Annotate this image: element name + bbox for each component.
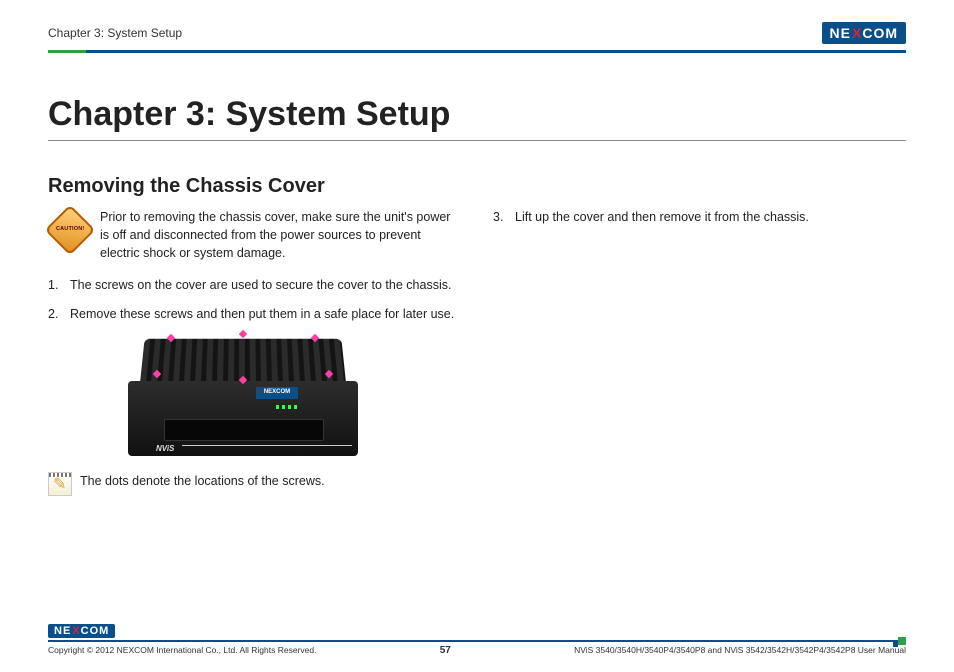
footer-copyright: Copyright © 2012 NEXCOM International Co… (48, 645, 316, 656)
step-1: 1. The screws on the cover are used to s… (48, 276, 461, 294)
page-title: Chapter 3: System Setup (48, 95, 906, 134)
note-text: The dots denote the locations of the scr… (80, 472, 325, 490)
step-text: Remove these screws and then put them in… (70, 305, 454, 323)
brand-logo: NE X COM (822, 22, 906, 44)
note-icon (48, 472, 72, 496)
step-number: 1. (48, 276, 62, 294)
header-rule (48, 50, 906, 53)
step-number: 3. (493, 208, 507, 226)
step-text: The screws on the cover are used to secu… (70, 276, 451, 294)
logo-part-x: X (852, 25, 861, 41)
step-number: 2. (48, 305, 62, 323)
right-column: 3. Lift up the cover and then remove it … (493, 208, 906, 496)
footer-rule (48, 640, 906, 642)
step-2: 2. Remove these screws and then put them… (48, 305, 461, 323)
section-title: Removing the Chassis Cover (48, 175, 906, 198)
logo-part-right: COM (862, 25, 898, 41)
footer-page-number: 57 (440, 645, 451, 656)
step-text: Lift up the cover and then remove it fro… (515, 208, 809, 226)
step-3: 3. Lift up the cover and then remove it … (493, 208, 906, 226)
device-brand-label: NEXCOM (256, 387, 298, 399)
logo-part-left: NE (54, 625, 71, 637)
device-figure: NEXCOM NViS (128, 333, 358, 458)
left-column: CAUTION! Prior to removing the chassis c… (48, 208, 461, 496)
caution-label: CAUTION! (56, 226, 85, 234)
caution-icon: CAUTION! (45, 205, 96, 256)
header-chapter-tag: Chapter 3: System Setup (48, 26, 182, 40)
screw-marker-icon (239, 329, 247, 337)
logo-part-left: NE (830, 25, 851, 41)
caution-text: Prior to removing the chassis cover, mak… (100, 208, 461, 262)
device-model-label: NViS (156, 443, 174, 455)
title-rule (48, 140, 906, 141)
footer-logo: NE X COM (48, 624, 115, 638)
logo-part-x: X (72, 625, 79, 637)
logo-part-right: COM (81, 625, 110, 637)
footer-manual-title: NViS 3540/3540H/3540P4/3540P8 and NViS 3… (574, 645, 906, 656)
